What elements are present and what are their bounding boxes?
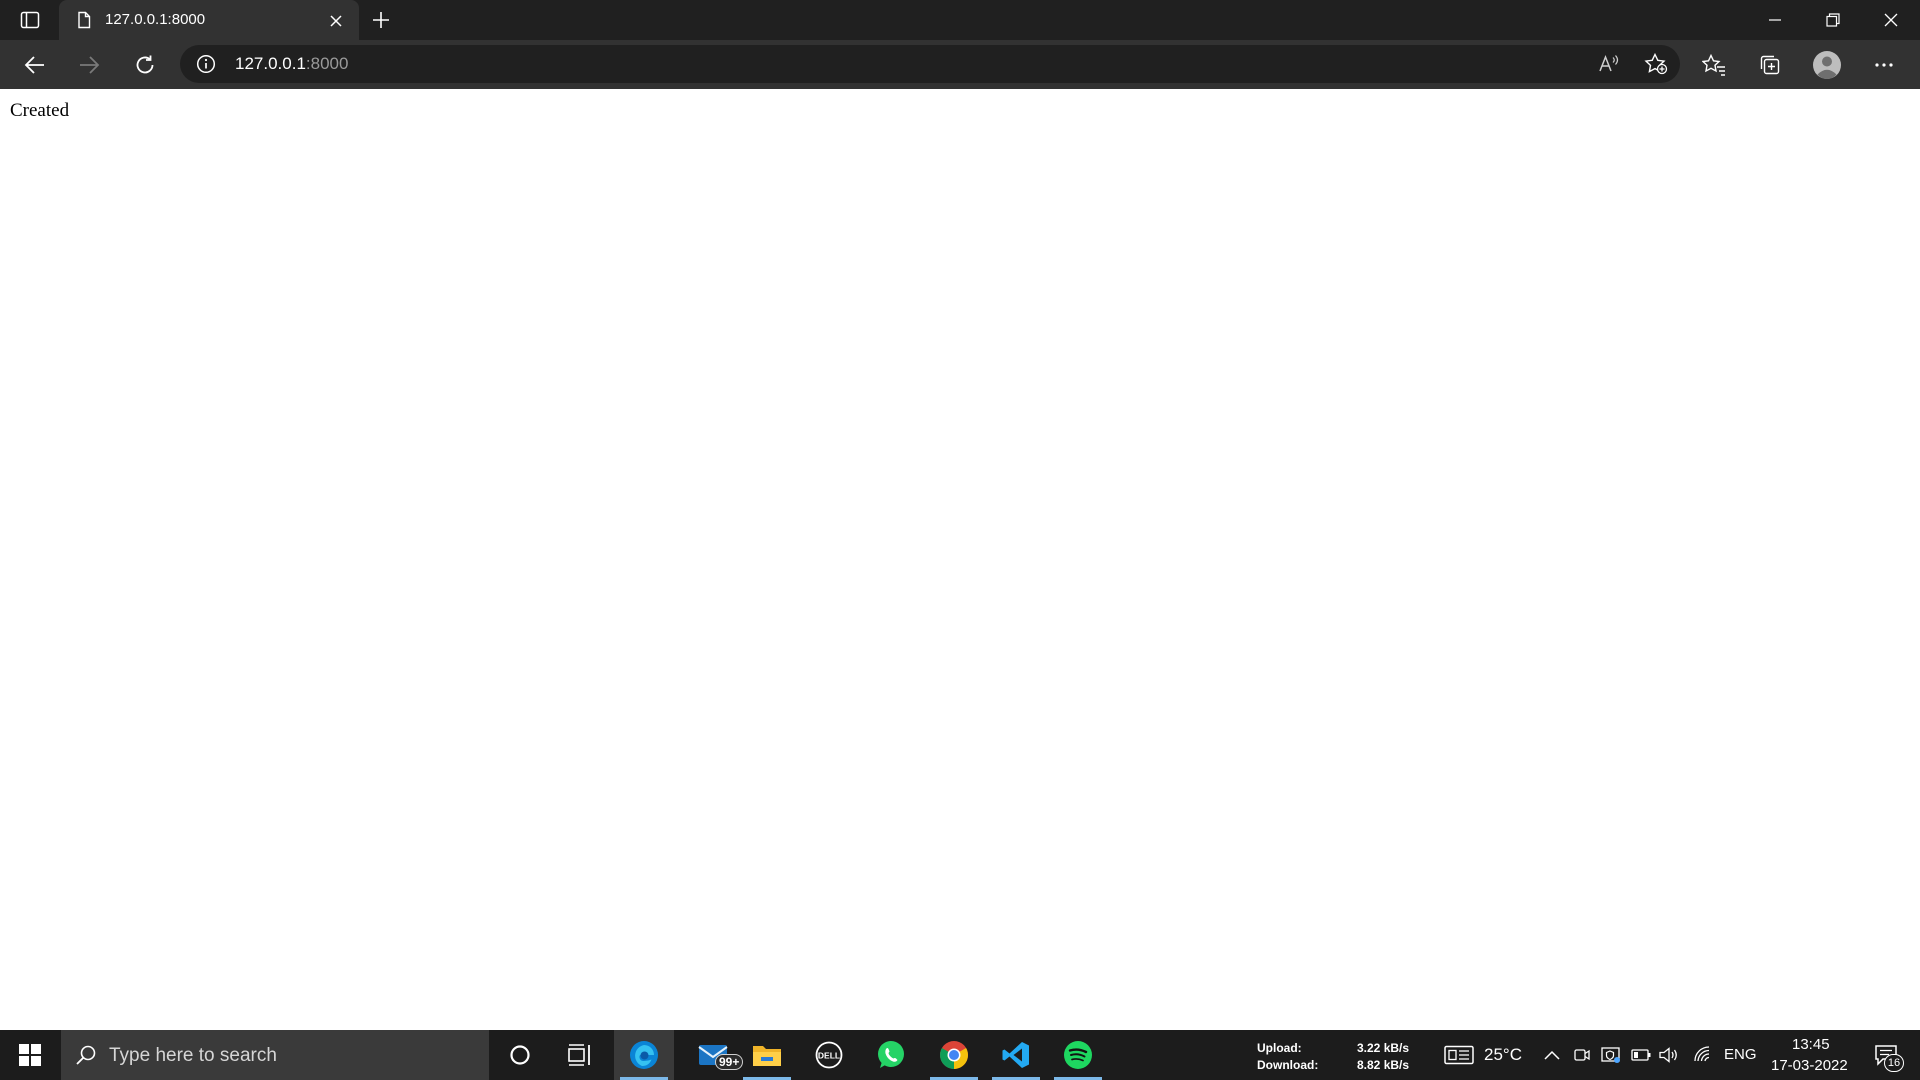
tab-close-icon[interactable] — [325, 10, 347, 32]
taskbar-search-box[interactable]: Type here to search — [61, 1030, 489, 1080]
whatsapp-icon — [878, 1041, 904, 1068]
news-weather-icon[interactable] — [1444, 1045, 1474, 1065]
taskbar-app-mail[interactable]: 99+ — [683, 1030, 744, 1080]
upload-label: Upload: — [1257, 1041, 1302, 1055]
collections-icon[interactable] — [1753, 48, 1787, 82]
read-aloud-icon[interactable] — [1596, 52, 1622, 76]
windows-taskbar: Type here to search 99+ DELL Upload: 3.2… — [0, 1030, 1920, 1080]
taskbar-app-file-explorer[interactable] — [737, 1030, 797, 1080]
windows-logo-icon — [19, 1044, 41, 1066]
wifi-icon[interactable] — [1692, 1045, 1714, 1065]
weather-temperature[interactable]: 25°C — [1484, 1045, 1522, 1065]
taskbar-app-spotify[interactable] — [1048, 1030, 1108, 1080]
browser-toolbar: 127.0.0.1:8000 — [0, 40, 1920, 89]
url-port: :8000 — [305, 54, 349, 73]
upload-value: 3.22 kB/s — [1357, 1041, 1410, 1055]
browser-titlebar: 127.0.0.1:8000 — [0, 0, 1920, 40]
vscode-icon — [1002, 1042, 1029, 1068]
new-tab-button[interactable] — [367, 6, 395, 34]
taskbar-app-whatsapp[interactable] — [861, 1030, 921, 1080]
browser-tab[interactable]: 127.0.0.1:8000 — [59, 0, 359, 40]
taskbar-app-chrome[interactable] — [924, 1030, 984, 1080]
download-value: 8.82 kB/s — [1357, 1058, 1410, 1072]
tab-title: 127.0.0.1:8000 — [105, 11, 206, 28]
security-center-icon[interactable] — [1600, 1045, 1622, 1065]
cortana-button[interactable] — [490, 1030, 550, 1080]
search-icon — [75, 1044, 97, 1066]
url-host: 127.0.0.1 — [235, 54, 306, 73]
action-center-button[interactable]: 16 — [1862, 1030, 1910, 1080]
refresh-button[interactable] — [128, 48, 162, 82]
tab-actions-menu-icon[interactable] — [14, 8, 46, 32]
page-content: Created — [0, 89, 1920, 1030]
profile-avatar-icon[interactable] — [1810, 48, 1844, 82]
back-button[interactable] — [18, 48, 52, 82]
svg-text:DELL: DELL — [818, 1051, 840, 1061]
input-language[interactable]: ENG — [1724, 1046, 1757, 1063]
add-favorite-icon[interactable] — [1643, 52, 1669, 76]
page-body-text: Created — [10, 100, 70, 121]
url-text[interactable]: 127.0.0.1:8000 — [235, 54, 348, 74]
clock-time[interactable]: 13:45 — [1792, 1036, 1830, 1053]
dell-icon: DELL — [815, 1041, 843, 1069]
clock-date[interactable]: 17-03-2022 — [1771, 1057, 1848, 1074]
battery-icon[interactable] — [1630, 1045, 1652, 1065]
download-label: Download: — [1257, 1058, 1319, 1072]
cortana-icon — [510, 1045, 530, 1065]
volume-icon[interactable] — [1658, 1045, 1680, 1065]
taskbar-app-vscode[interactable] — [986, 1030, 1046, 1080]
taskbar-app-dell[interactable]: DELL — [799, 1030, 859, 1080]
restore-button[interactable] — [1804, 0, 1862, 40]
notification-count-badge: 16 — [1884, 1054, 1904, 1072]
chrome-icon — [940, 1041, 968, 1069]
taskbar-app-edge[interactable] — [614, 1030, 674, 1080]
meet-now-icon[interactable] — [1571, 1045, 1593, 1065]
close-window-button[interactable] — [1862, 0, 1920, 40]
edge-icon — [630, 1041, 658, 1069]
more-menu-icon[interactable] — [1867, 48, 1901, 82]
task-view-button[interactable] — [550, 1030, 610, 1080]
search-placeholder: Type here to search — [109, 1045, 277, 1066]
start-button[interactable] — [0, 1030, 60, 1080]
address-bar[interactable]: 127.0.0.1:8000 — [180, 45, 1680, 83]
chevron-up-icon[interactable] — [1541, 1045, 1563, 1065]
folder-icon — [753, 1046, 781, 1066]
forward-button[interactable] — [72, 48, 106, 82]
spotify-icon — [1064, 1041, 1092, 1069]
task-view-icon — [568, 1044, 590, 1066]
minimize-button[interactable] — [1746, 0, 1804, 40]
site-info-icon[interactable] — [196, 54, 216, 74]
favorites-icon[interactable] — [1697, 48, 1731, 82]
page-icon — [75, 11, 93, 29]
